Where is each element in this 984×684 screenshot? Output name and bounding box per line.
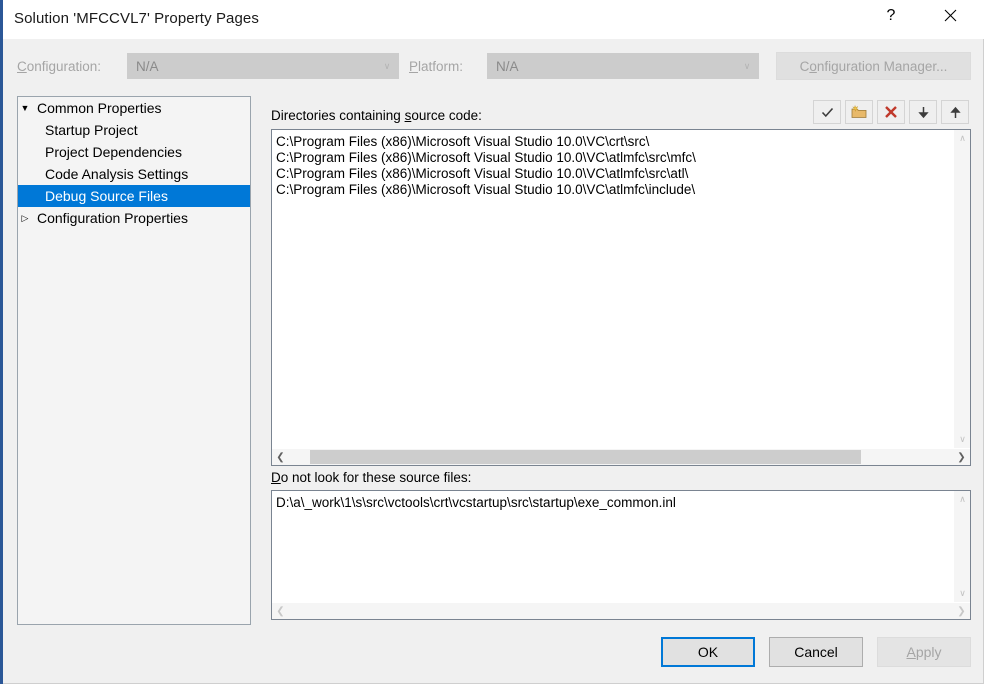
tree-item-debug-source-files[interactable]: Debug Source Files <box>18 185 250 207</box>
close-button[interactable] <box>927 0 973 31</box>
configuration-bar: Configuration: N/A ∨ Platform: N/A ∨ Con… <box>3 47 984 87</box>
exclude-list-horizontal-scrollbar[interactable]: ❮ ❯ <box>272 602 970 619</box>
scroll-up-icon[interactable]: ∧ <box>954 491 970 508</box>
question-mark-icon: ? <box>886 6 896 24</box>
tree-item-label: Configuration Properties <box>37 210 188 226</box>
exclude-files-label: Do not look for these source files: <box>271 470 472 485</box>
list-item[interactable]: C:\Program Files (x86)\Microsoft Visual … <box>276 134 953 150</box>
configuration-manager-button[interactable]: Configuration Manager... <box>776 52 971 80</box>
window-title: Solution 'MFCCVL7' Property Pages <box>14 10 259 27</box>
delete-button[interactable] <box>877 100 905 124</box>
list-toolbar <box>813 100 969 124</box>
exclude-list-vertical-scrollbar[interactable]: ∧ ∨ <box>953 491 970 602</box>
new-folder-icon <box>851 105 867 118</box>
list-item[interactable]: D:\a\_work\1\s\src\vctools\crt\vcstartup… <box>276 495 953 511</box>
configuration-label: Configuration: <box>17 59 102 74</box>
tree-item-project-dependencies[interactable]: Project Dependencies <box>18 141 250 163</box>
apply-button[interactable]: Apply <box>877 637 971 667</box>
source-list-horizontal-scrollbar[interactable]: ❮ ❯ <box>272 448 970 465</box>
help-button[interactable]: ? <box>868 0 914 31</box>
scrollbar-thumb[interactable] <box>309 450 862 464</box>
list-item[interactable]: C:\Program Files (x86)\Microsoft Visual … <box>276 150 953 166</box>
check-button[interactable] <box>813 100 841 124</box>
arrow-down-icon <box>917 106 929 118</box>
tree-item-configuration-properties[interactable]: ▷ Configuration Properties <box>18 207 250 229</box>
exclude-files-list[interactable]: D:\a\_work\1\s\src\vctools\crt\vcstartup… <box>271 490 971 620</box>
arrow-up-icon <box>949 106 961 118</box>
tree-item-label: Project Dependencies <box>45 144 182 160</box>
configuration-value: N/A <box>136 58 159 74</box>
scroll-down-icon[interactable]: ∨ <box>954 585 970 602</box>
move-down-button[interactable] <box>909 100 937 124</box>
scroll-left-icon[interactable]: ❮ <box>272 603 289 619</box>
title-bar: Solution 'MFCCVL7' Property Pages ? <box>3 0 984 39</box>
scroll-up-icon[interactable]: ∧ <box>954 130 970 147</box>
source-list-rows: C:\Program Files (x86)\Microsoft Visual … <box>272 130 953 448</box>
source-directories-list[interactable]: C:\Program Files (x86)\Microsoft Visual … <box>271 129 971 466</box>
platform-label: Platform: <box>409 59 464 74</box>
delete-x-icon <box>885 106 897 118</box>
source-directories-label: Directories containing source code: <box>271 108 482 123</box>
ok-button[interactable]: OK <box>661 637 755 667</box>
list-item[interactable]: C:\Program Files (x86)\Microsoft Visual … <box>276 182 953 198</box>
new-folder-button[interactable] <box>845 100 873 124</box>
source-list-vertical-scrollbar[interactable]: ∧ ∨ <box>953 130 970 448</box>
tree-item-label: Code Analysis Settings <box>45 166 189 182</box>
close-icon <box>944 9 956 22</box>
expander-expanded-icon[interactable]: ▼ <box>18 97 32 119</box>
tree-item-code-analysis-settings[interactable]: Code Analysis Settings <box>18 163 250 185</box>
check-icon <box>821 107 833 117</box>
expander-collapsed-icon[interactable]: ▷ <box>18 207 32 229</box>
platform-dropdown[interactable]: N/A ∨ <box>487 53 759 79</box>
tree-item-startup-project[interactable]: Startup Project <box>18 119 250 141</box>
property-tree[interactable]: ▼ Common Properties Startup Project Project… <box>17 96 251 625</box>
tree-item-label: Startup Project <box>45 122 138 138</box>
exclude-list-rows: D:\a\_work\1\s\src\vctools\crt\vcstartup… <box>272 491 953 602</box>
list-item[interactable]: C:\Program Files (x86)\Microsoft Visual … <box>276 166 953 182</box>
scroll-left-icon[interactable]: ❮ <box>272 449 289 465</box>
chevron-down-icon: ∨ <box>743 60 751 71</box>
scroll-right-icon[interactable]: ❯ <box>953 449 970 465</box>
platform-value: N/A <box>496 58 519 74</box>
cancel-button[interactable]: Cancel <box>769 637 863 667</box>
tree-item-label: Common Properties <box>37 100 162 116</box>
move-up-button[interactable] <box>941 100 969 124</box>
scroll-down-icon[interactable]: ∨ <box>954 431 970 448</box>
chevron-down-icon: ∨ <box>383 60 391 71</box>
tree-item-common-properties[interactable]: ▼ Common Properties <box>18 97 250 119</box>
configuration-dropdown[interactable]: N/A ∨ <box>127 53 399 79</box>
tree-item-label: Debug Source Files <box>45 188 168 204</box>
property-pages-dialog: Solution 'MFCCVL7' Property Pages ? Conf… <box>3 0 984 684</box>
scroll-right-icon[interactable]: ❯ <box>953 603 970 619</box>
